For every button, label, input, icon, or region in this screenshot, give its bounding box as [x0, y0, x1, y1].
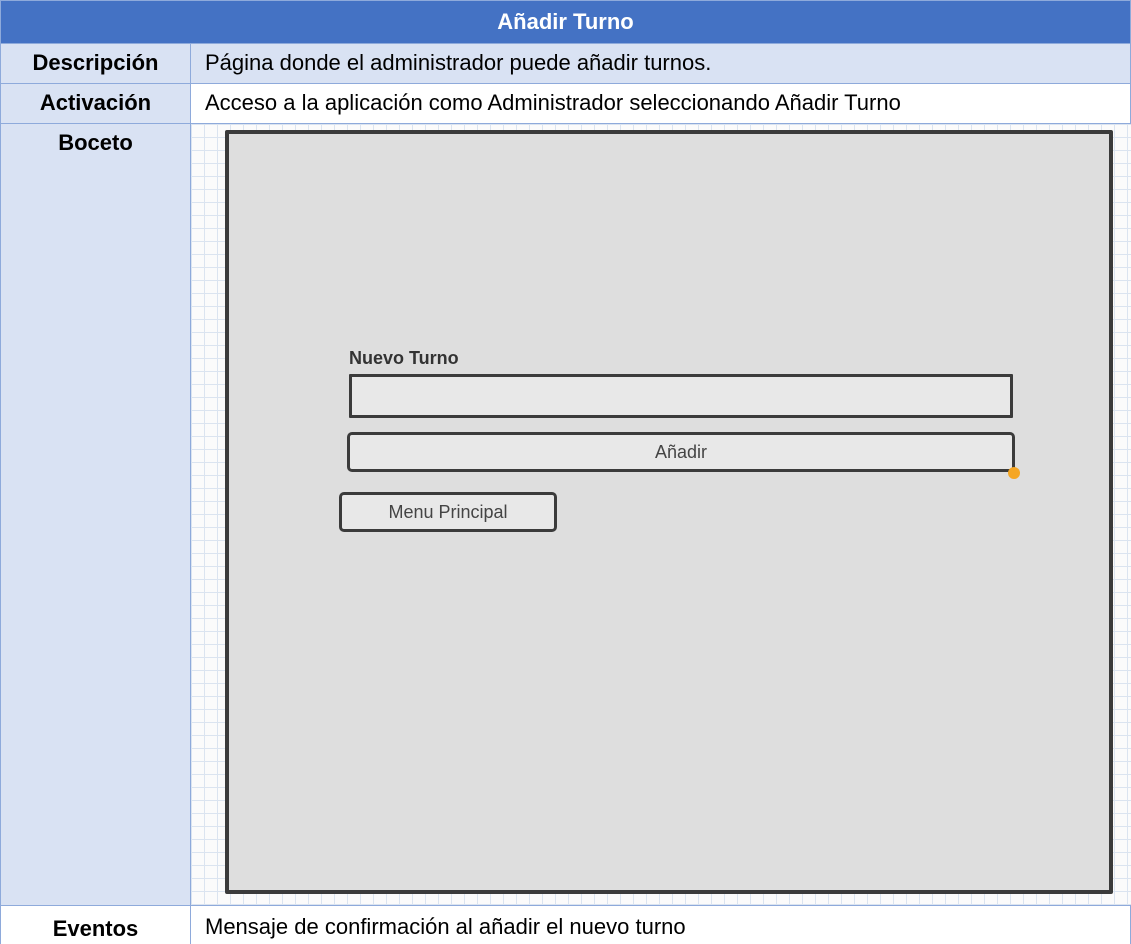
table-title: Añadir Turno [0, 0, 1131, 44]
row-descripcion: Descripción Página donde el administrado… [0, 44, 1131, 84]
eventos-label: Eventos [1, 906, 191, 944]
descripcion-value: Página donde el administrador puede añad… [205, 50, 712, 75]
add-button[interactable]: Añadir [347, 432, 1015, 472]
boceto-label: Boceto [1, 124, 191, 905]
new-turn-label: Nuevo Turno [349, 348, 459, 368]
sketch-window-frame: Nuevo Turno Añadir Menu Principal [225, 130, 1113, 894]
row-eventos: Eventos Mensaje de confirmación al añadi… [0, 906, 1131, 944]
resize-handle-icon[interactable] [1008, 467, 1020, 479]
sketch-canvas: Nuevo Turno Añadir Menu Principal [191, 124, 1131, 905]
row-boceto: Boceto Nuevo Turno Añadir Menu Principal [0, 124, 1131, 906]
new-turn-input[interactable] [349, 374, 1013, 418]
eventos-value: Mensaje de confirmación al añadir el nue… [205, 914, 686, 939]
row-activacion: Activación Acceso a la aplicación como A… [0, 84, 1131, 124]
activacion-label: Activación [1, 84, 191, 123]
main-menu-button[interactable]: Menu Principal [339, 492, 557, 532]
descripcion-label: Descripción [1, 44, 191, 83]
activacion-value: Acceso a la aplicación como Administrado… [205, 90, 901, 115]
use-case-table: Añadir Turno Descripción Página donde el… [0, 0, 1131, 944]
